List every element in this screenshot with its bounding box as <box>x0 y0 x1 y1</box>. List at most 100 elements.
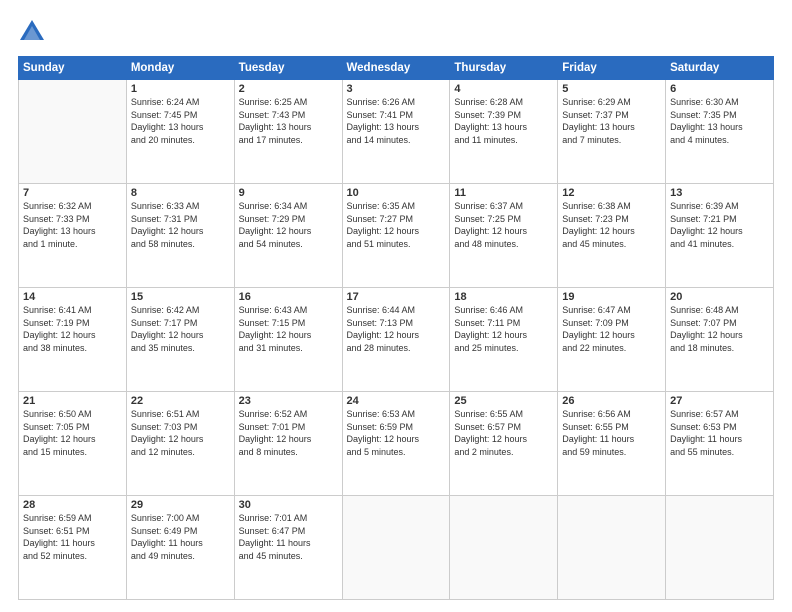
calendar-week-row: 28Sunrise: 6:59 AM Sunset: 6:51 PM Dayli… <box>19 496 774 600</box>
calendar-week-row: 1Sunrise: 6:24 AM Sunset: 7:45 PM Daylig… <box>19 80 774 184</box>
day-info: Sunrise: 6:53 AM Sunset: 6:59 PM Dayligh… <box>347 408 446 458</box>
day-info: Sunrise: 6:52 AM Sunset: 7:01 PM Dayligh… <box>239 408 338 458</box>
day-info: Sunrise: 6:25 AM Sunset: 7:43 PM Dayligh… <box>239 96 338 146</box>
day-info: Sunrise: 6:48 AM Sunset: 7:07 PM Dayligh… <box>670 304 769 354</box>
day-number: 7 <box>23 187 122 199</box>
day-number: 6 <box>670 83 769 95</box>
day-info: Sunrise: 7:01 AM Sunset: 6:47 PM Dayligh… <box>239 512 338 562</box>
calendar-cell: 20Sunrise: 6:48 AM Sunset: 7:07 PM Dayli… <box>666 288 774 392</box>
calendar-cell: 6Sunrise: 6:30 AM Sunset: 7:35 PM Daylig… <box>666 80 774 184</box>
page: SundayMondayTuesdayWednesdayThursdayFrid… <box>0 0 792 612</box>
day-number: 12 <box>562 187 661 199</box>
calendar-cell: 11Sunrise: 6:37 AM Sunset: 7:25 PM Dayli… <box>450 184 558 288</box>
calendar-weekday-saturday: Saturday <box>666 57 774 80</box>
day-info: Sunrise: 6:55 AM Sunset: 6:57 PM Dayligh… <box>454 408 553 458</box>
calendar-cell: 8Sunrise: 6:33 AM Sunset: 7:31 PM Daylig… <box>126 184 234 288</box>
day-number: 3 <box>347 83 446 95</box>
day-number: 20 <box>670 291 769 303</box>
calendar-weekday-thursday: Thursday <box>450 57 558 80</box>
day-number: 16 <box>239 291 338 303</box>
day-number: 18 <box>454 291 553 303</box>
calendar-week-row: 14Sunrise: 6:41 AM Sunset: 7:19 PM Dayli… <box>19 288 774 392</box>
day-number: 21 <box>23 395 122 407</box>
calendar-cell: 15Sunrise: 6:42 AM Sunset: 7:17 PM Dayli… <box>126 288 234 392</box>
calendar-cell <box>342 496 450 600</box>
calendar-cell: 9Sunrise: 6:34 AM Sunset: 7:29 PM Daylig… <box>234 184 342 288</box>
header <box>18 18 774 46</box>
day-number: 24 <box>347 395 446 407</box>
day-number: 4 <box>454 83 553 95</box>
calendar-cell: 26Sunrise: 6:56 AM Sunset: 6:55 PM Dayli… <box>558 392 666 496</box>
day-info: Sunrise: 6:28 AM Sunset: 7:39 PM Dayligh… <box>454 96 553 146</box>
calendar-cell: 25Sunrise: 6:55 AM Sunset: 6:57 PM Dayli… <box>450 392 558 496</box>
day-number: 8 <box>131 187 230 199</box>
day-info: Sunrise: 6:32 AM Sunset: 7:33 PM Dayligh… <box>23 200 122 250</box>
calendar-cell: 28Sunrise: 6:59 AM Sunset: 6:51 PM Dayli… <box>19 496 127 600</box>
calendar-cell: 29Sunrise: 7:00 AM Sunset: 6:49 PM Dayli… <box>126 496 234 600</box>
calendar-cell: 24Sunrise: 6:53 AM Sunset: 6:59 PM Dayli… <box>342 392 450 496</box>
calendar-cell: 1Sunrise: 6:24 AM Sunset: 7:45 PM Daylig… <box>126 80 234 184</box>
calendar-table: SundayMondayTuesdayWednesdayThursdayFrid… <box>18 56 774 600</box>
calendar-cell: 16Sunrise: 6:43 AM Sunset: 7:15 PM Dayli… <box>234 288 342 392</box>
day-number: 11 <box>454 187 553 199</box>
calendar-cell: 12Sunrise: 6:38 AM Sunset: 7:23 PM Dayli… <box>558 184 666 288</box>
logo <box>18 18 50 46</box>
calendar-cell: 7Sunrise: 6:32 AM Sunset: 7:33 PM Daylig… <box>19 184 127 288</box>
day-info: Sunrise: 6:56 AM Sunset: 6:55 PM Dayligh… <box>562 408 661 458</box>
calendar-cell: 22Sunrise: 6:51 AM Sunset: 7:03 PM Dayli… <box>126 392 234 496</box>
day-info: Sunrise: 6:47 AM Sunset: 7:09 PM Dayligh… <box>562 304 661 354</box>
calendar-week-row: 21Sunrise: 6:50 AM Sunset: 7:05 PM Dayli… <box>19 392 774 496</box>
day-info: Sunrise: 6:57 AM Sunset: 6:53 PM Dayligh… <box>670 408 769 458</box>
calendar-cell: 14Sunrise: 6:41 AM Sunset: 7:19 PM Dayli… <box>19 288 127 392</box>
day-number: 29 <box>131 499 230 511</box>
day-number: 2 <box>239 83 338 95</box>
day-number: 14 <box>23 291 122 303</box>
calendar-cell: 19Sunrise: 6:47 AM Sunset: 7:09 PM Dayli… <box>558 288 666 392</box>
day-info: Sunrise: 6:34 AM Sunset: 7:29 PM Dayligh… <box>239 200 338 250</box>
day-info: Sunrise: 6:38 AM Sunset: 7:23 PM Dayligh… <box>562 200 661 250</box>
day-number: 23 <box>239 395 338 407</box>
day-info: Sunrise: 6:46 AM Sunset: 7:11 PM Dayligh… <box>454 304 553 354</box>
day-info: Sunrise: 6:41 AM Sunset: 7:19 PM Dayligh… <box>23 304 122 354</box>
day-number: 30 <box>239 499 338 511</box>
day-info: Sunrise: 7:00 AM Sunset: 6:49 PM Dayligh… <box>131 512 230 562</box>
calendar-header-row: SundayMondayTuesdayWednesdayThursdayFrid… <box>19 57 774 80</box>
day-info: Sunrise: 6:59 AM Sunset: 6:51 PM Dayligh… <box>23 512 122 562</box>
calendar-cell: 23Sunrise: 6:52 AM Sunset: 7:01 PM Dayli… <box>234 392 342 496</box>
day-number: 26 <box>562 395 661 407</box>
day-info: Sunrise: 6:26 AM Sunset: 7:41 PM Dayligh… <box>347 96 446 146</box>
day-info: Sunrise: 6:33 AM Sunset: 7:31 PM Dayligh… <box>131 200 230 250</box>
calendar-cell <box>558 496 666 600</box>
calendar-cell: 5Sunrise: 6:29 AM Sunset: 7:37 PM Daylig… <box>558 80 666 184</box>
day-number: 17 <box>347 291 446 303</box>
calendar-cell <box>666 496 774 600</box>
day-info: Sunrise: 6:35 AM Sunset: 7:27 PM Dayligh… <box>347 200 446 250</box>
day-number: 5 <box>562 83 661 95</box>
calendar-cell: 10Sunrise: 6:35 AM Sunset: 7:27 PM Dayli… <box>342 184 450 288</box>
day-info: Sunrise: 6:43 AM Sunset: 7:15 PM Dayligh… <box>239 304 338 354</box>
calendar-cell: 17Sunrise: 6:44 AM Sunset: 7:13 PM Dayli… <box>342 288 450 392</box>
day-number: 19 <box>562 291 661 303</box>
logo-icon <box>18 18 46 46</box>
calendar-weekday-monday: Monday <box>126 57 234 80</box>
calendar-cell: 18Sunrise: 6:46 AM Sunset: 7:11 PM Dayli… <box>450 288 558 392</box>
day-info: Sunrise: 6:29 AM Sunset: 7:37 PM Dayligh… <box>562 96 661 146</box>
day-number: 27 <box>670 395 769 407</box>
day-info: Sunrise: 6:37 AM Sunset: 7:25 PM Dayligh… <box>454 200 553 250</box>
day-number: 10 <box>347 187 446 199</box>
calendar-cell: 2Sunrise: 6:25 AM Sunset: 7:43 PM Daylig… <box>234 80 342 184</box>
calendar-weekday-wednesday: Wednesday <box>342 57 450 80</box>
day-number: 25 <box>454 395 553 407</box>
day-number: 9 <box>239 187 338 199</box>
calendar-cell: 30Sunrise: 7:01 AM Sunset: 6:47 PM Dayli… <box>234 496 342 600</box>
calendar-cell: 13Sunrise: 6:39 AM Sunset: 7:21 PM Dayli… <box>666 184 774 288</box>
day-info: Sunrise: 6:30 AM Sunset: 7:35 PM Dayligh… <box>670 96 769 146</box>
calendar-cell: 4Sunrise: 6:28 AM Sunset: 7:39 PM Daylig… <box>450 80 558 184</box>
day-info: Sunrise: 6:39 AM Sunset: 7:21 PM Dayligh… <box>670 200 769 250</box>
calendar-cell: 27Sunrise: 6:57 AM Sunset: 6:53 PM Dayli… <box>666 392 774 496</box>
calendar-cell: 21Sunrise: 6:50 AM Sunset: 7:05 PM Dayli… <box>19 392 127 496</box>
day-number: 22 <box>131 395 230 407</box>
day-number: 28 <box>23 499 122 511</box>
calendar-cell: 3Sunrise: 6:26 AM Sunset: 7:41 PM Daylig… <box>342 80 450 184</box>
day-info: Sunrise: 6:51 AM Sunset: 7:03 PM Dayligh… <box>131 408 230 458</box>
